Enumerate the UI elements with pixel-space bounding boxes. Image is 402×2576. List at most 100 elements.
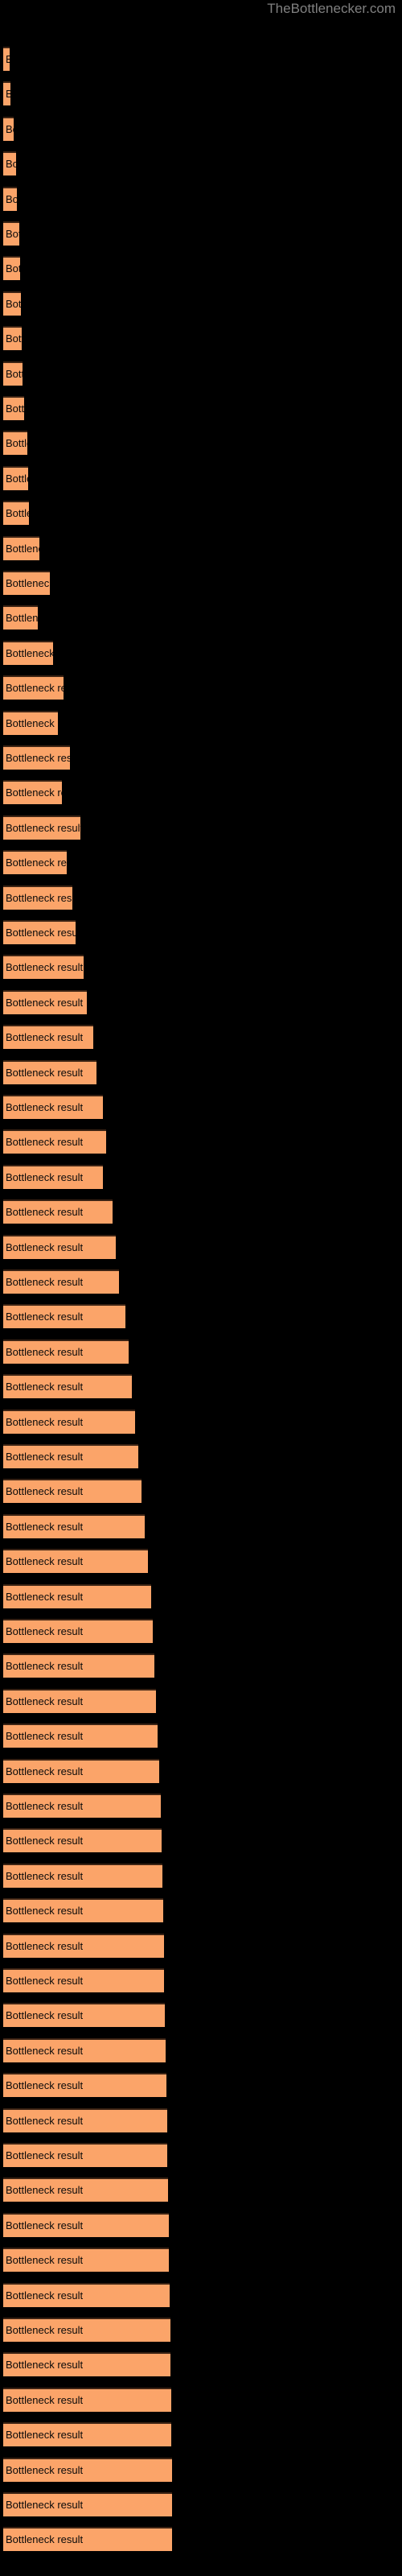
bar[interactable]: Bottleneck result: [3, 850, 67, 875]
bar[interactable]: Bottleneck result: [3, 2248, 169, 2273]
bar[interactable]: Bottleneck result: [3, 1199, 113, 1224]
bar[interactable]: Bottleneck result: [3, 1863, 162, 1888]
bar[interactable]: Bottleneck result: [3, 1549, 148, 1574]
bar[interactable]: Bottleneck result: [3, 1269, 119, 1294]
bar[interactable]: Bottleneck result: [3, 2422, 171, 2447]
bar[interactable]: Bottleneck result: [3, 1304, 125, 1329]
bar-label: Bottleneck result: [6, 1695, 84, 1707]
bar-label: Bottleneck result: [6, 122, 14, 135]
bar-label: Bottleneck result: [6, 1905, 84, 1918]
bar[interactable]: Bottleneck result: [3, 361, 23, 386]
bar-row: Bottleneck result: [3, 2107, 167, 2132]
bar-label: Bottleneck result: [6, 437, 27, 450]
bar[interactable]: Bottleneck result: [3, 326, 22, 351]
bar[interactable]: Bottleneck result: [3, 1374, 132, 1399]
bar[interactable]: Bottleneck result: [3, 605, 38, 630]
bar-row: Bottleneck result: [3, 256, 20, 281]
bar[interactable]: Bottleneck result: [3, 2352, 170, 2377]
bar[interactable]: Bottleneck result: [3, 1794, 161, 1818]
bar-label: Bottleneck result: [6, 262, 20, 275]
bar[interactable]: Bottleneck result: [3, 2037, 166, 2062]
bar[interactable]: Bottleneck result: [3, 1758, 159, 1783]
bar[interactable]: Bottleneck result: [3, 1828, 162, 1853]
bar[interactable]: Bottleneck result: [3, 535, 39, 560]
bar[interactable]: Bottleneck result: [3, 1619, 153, 1643]
bar[interactable]: Bottleneck result: [3, 780, 62, 805]
bar[interactable]: Bottleneck result: [3, 1479, 142, 1504]
bar[interactable]: Bottleneck result: [3, 920, 76, 944]
bar-label: Bottleneck result: [6, 1170, 84, 1183]
bar[interactable]: Bottleneck result: [3, 571, 50, 595]
bar-label: Bottleneck result: [6, 228, 19, 240]
bar[interactable]: Bottleneck result: [3, 1653, 154, 1678]
bar[interactable]: Bottleneck result: [3, 640, 53, 665]
bar[interactable]: Bottleneck result: [3, 2282, 170, 2307]
bar[interactable]: Bottleneck result: [3, 501, 29, 526]
bar-label: Bottleneck result: [6, 2254, 84, 2267]
bar[interactable]: Bottleneck result: [3, 885, 72, 910]
bar[interactable]: Bottleneck result: [3, 291, 21, 316]
bar[interactable]: Bottleneck result: [3, 2527, 172, 2552]
bar[interactable]: Bottleneck result: [3, 745, 70, 770]
bar[interactable]: Bottleneck result: [3, 1898, 163, 1923]
bar-label: Bottleneck result: [6, 1206, 84, 1219]
bar-row: Bottleneck result: [3, 1409, 135, 1434]
bar[interactable]: Bottleneck result: [3, 396, 24, 420]
bar[interactable]: Bottleneck result: [3, 2457, 172, 2482]
bar-row: Bottleneck result: [3, 2422, 171, 2447]
bar-row: Bottleneck result: [3, 1549, 148, 1574]
bar-row: Bottleneck result: [3, 1339, 129, 1364]
bar[interactable]: Bottleneck result: [3, 1933, 164, 1958]
bar[interactable]: Bottleneck result: [3, 2387, 171, 2412]
bar[interactable]: Bottleneck result: [3, 1583, 151, 1608]
bar-row: Bottleneck result: [3, 465, 28, 490]
bar-label: Bottleneck result: [6, 857, 67, 869]
bar[interactable]: Bottleneck result: [3, 81, 10, 106]
bar[interactable]: Bottleneck result: [3, 116, 14, 141]
bar[interactable]: Bottleneck result: [3, 815, 80, 840]
bar-row: Bottleneck result: [3, 2248, 169, 2273]
bar[interactable]: Bottleneck result: [3, 186, 17, 211]
bar[interactable]: Bottleneck result: [3, 1724, 158, 1748]
bar-label: Bottleneck result: [6, 1835, 84, 1847]
bar[interactable]: Bottleneck result: [3, 2073, 166, 2098]
bar-label: Bottleneck result: [6, 1730, 84, 1743]
bar[interactable]: Bottleneck result: [3, 1095, 103, 1119]
bar[interactable]: Bottleneck result: [3, 1444, 138, 1468]
bar[interactable]: Bottleneck result: [3, 989, 87, 1014]
bar[interactable]: Bottleneck result: [3, 431, 27, 456]
bar[interactable]: Bottleneck result: [3, 2178, 168, 2202]
bar-row: Bottleneck result: [3, 2457, 172, 2482]
bar[interactable]: Bottleneck result: [3, 221, 19, 246]
bar[interactable]: Bottleneck result: [3, 675, 64, 700]
bar-label: Bottleneck result: [6, 1066, 84, 1079]
bar[interactable]: Bottleneck result: [3, 1409, 135, 1434]
bar-row: Bottleneck result: [3, 151, 16, 176]
bar[interactable]: Bottleneck result: [3, 2492, 172, 2516]
bar[interactable]: Bottleneck result: [3, 256, 20, 281]
bar-label: Bottleneck result: [6, 2149, 84, 2161]
bar[interactable]: Bottleneck result: [3, 1688, 156, 1713]
bar[interactable]: Bottleneck result: [3, 151, 16, 176]
bar[interactable]: Bottleneck result: [3, 2318, 170, 2342]
bar[interactable]: Bottleneck result: [3, 2003, 165, 2028]
bar[interactable]: Bottleneck result: [3, 1129, 106, 1154]
bar[interactable]: Bottleneck result: [3, 1968, 164, 1992]
bar[interactable]: Bottleneck result: [3, 1025, 93, 1050]
bar[interactable]: Bottleneck result: [3, 1164, 103, 1189]
bar-label: Bottleneck result: [6, 158, 16, 171]
bar[interactable]: Bottleneck result: [3, 2143, 167, 2167]
bar[interactable]: Bottleneck result: [3, 1513, 145, 1538]
bar[interactable]: Bottleneck result: [3, 710, 58, 735]
bar-row: Bottleneck result: [3, 1688, 156, 1713]
bar[interactable]: Bottleneck result: [3, 47, 10, 71]
bar[interactable]: Bottleneck result: [3, 1234, 116, 1259]
bar[interactable]: Bottleneck result: [3, 955, 84, 980]
bar[interactable]: Bottleneck result: [3, 2107, 167, 2132]
bar-label: Bottleneck result: [6, 2079, 84, 2092]
bar-row: Bottleneck result: [3, 2282, 170, 2307]
bar[interactable]: Bottleneck result: [3, 1339, 129, 1364]
bar[interactable]: Bottleneck result: [3, 465, 28, 490]
bar[interactable]: Bottleneck result: [3, 2212, 169, 2237]
bar[interactable]: Bottleneck result: [3, 1059, 96, 1084]
